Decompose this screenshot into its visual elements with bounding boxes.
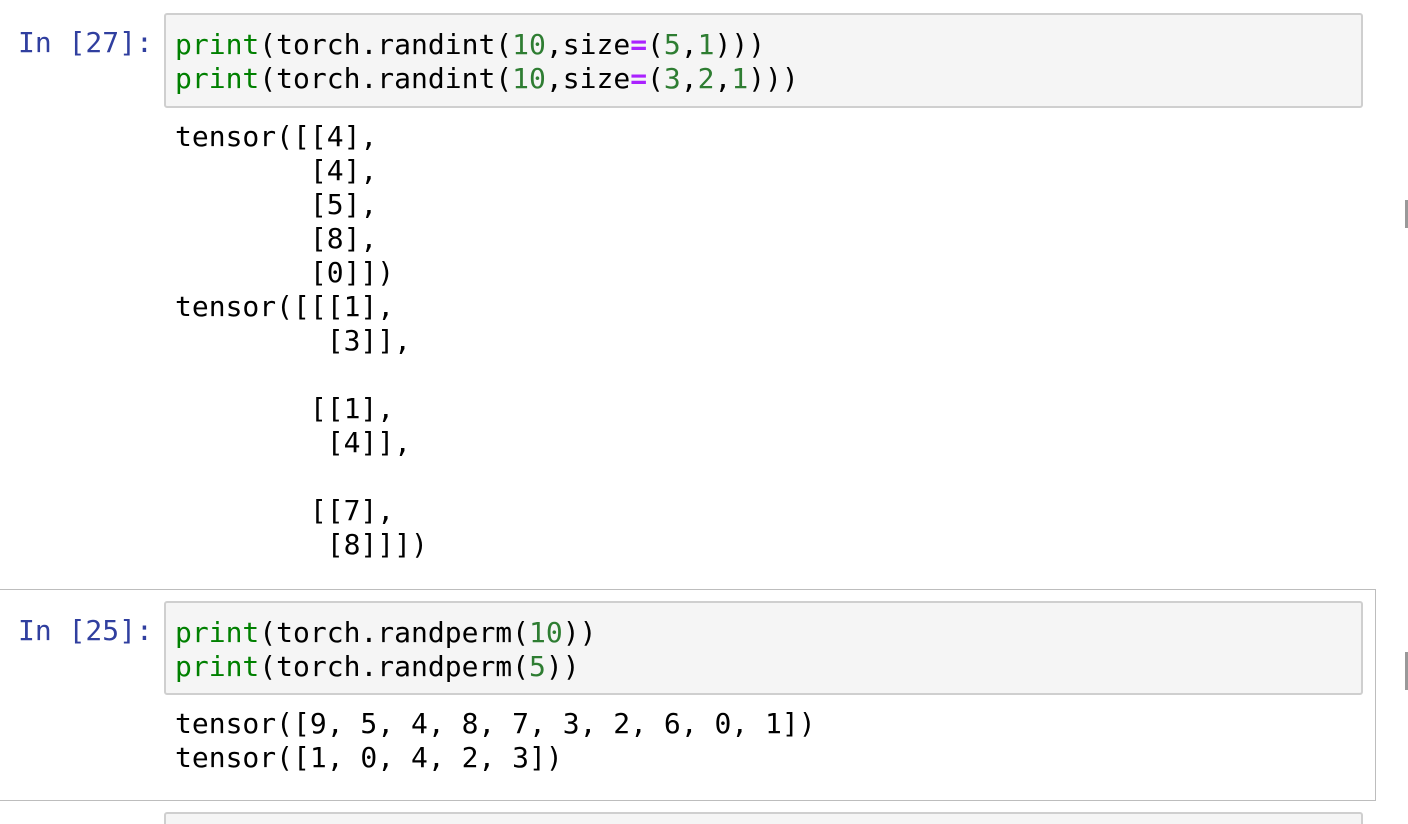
code-token: 10 (512, 62, 546, 95)
output-line: tensor([9, 5, 4, 8, 7, 3, 2, 6, 0, 1]) (175, 707, 816, 740)
output-line: tensor([[[1], (175, 290, 395, 323)
input-prompt: In [25]: (18, 614, 153, 647)
output-line: [8]]]) (175, 528, 428, 561)
code-line: print(torch.randperm(5)) (175, 650, 1361, 684)
code-input-area[interactable] (164, 812, 1363, 824)
code-token: ( (647, 62, 664, 95)
code-token: )) (545, 650, 580, 683)
output-line: [5], (175, 188, 378, 221)
code-input-area[interactable]: print(torch.randperm(10)) print(torch.ran… (164, 601, 1363, 695)
output-line: [3]], (175, 324, 412, 357)
code-token: 5 (663, 28, 681, 61)
code-token: = (630, 62, 648, 95)
code-token: (torch.randperm( (259, 616, 530, 649)
code-token: , (680, 62, 698, 95)
code-token: 2 (697, 62, 715, 95)
code-token: print (175, 28, 260, 61)
code-token: )) (562, 616, 597, 649)
code-token: ,size (545, 28, 631, 61)
code-token: 10 (512, 28, 546, 61)
code-token: ))) (748, 62, 799, 95)
code-token: print (175, 616, 260, 649)
output-line: [[1], (175, 392, 395, 425)
code-line: print(torch.randint(10,size=(5,1))) (175, 28, 1361, 62)
code-line: print(torch.randperm(10)) (175, 616, 1361, 650)
output-line: [4]], (175, 426, 412, 459)
input-prompt: In [27]: (18, 26, 153, 59)
output-line: tensor([[4], (175, 120, 378, 153)
code-token: (torch.randperm( (259, 650, 530, 683)
code-line: print(torch.randint(10,size=(3,2,1))) (175, 62, 1361, 96)
code-token: print (175, 650, 260, 683)
code-token: 10 (529, 616, 563, 649)
cell-output: tensor([9, 5, 4, 8, 7, 3, 2, 6, 0, 1]) te… (175, 707, 816, 775)
notebook-cell-27[interactable]: In [27]: print(torch.randint(10,size=(5,… (0, 0, 1375, 588)
code-token: , (714, 62, 732, 95)
cell-output: tensor([[4], [4], [5], [8], [0]]) tensor(… (175, 120, 428, 562)
code-token: 3 (663, 62, 681, 95)
output-line: tensor([1, 0, 4, 2, 3]) (175, 741, 563, 774)
code-input-area[interactable]: print(torch.randint(10,size=(5,1))) print… (164, 13, 1363, 108)
notebook-cell-25[interactable]: In [25]: print(torch.randperm(10)) print(… (0, 589, 1376, 801)
code-token: ))) (714, 28, 766, 61)
code-token: , (680, 28, 698, 61)
output-line: [8], (175, 222, 378, 255)
notebook-cell-next[interactable] (0, 812, 1376, 824)
code-token: (torch.randint( (259, 62, 513, 95)
code-token: 5 (529, 650, 546, 683)
output-line: [4], (175, 154, 378, 187)
code-token: 1 (697, 28, 715, 61)
code-token: 1 (731, 62, 749, 95)
output-line: [0]]) (175, 256, 395, 289)
code-token: ,size (545, 62, 631, 95)
output-line: [[7], (175, 494, 395, 527)
code-token: print (175, 62, 260, 95)
code-token: ( (647, 28, 664, 61)
code-token: (torch.randint( (259, 28, 513, 61)
code-token: = (630, 28, 648, 61)
